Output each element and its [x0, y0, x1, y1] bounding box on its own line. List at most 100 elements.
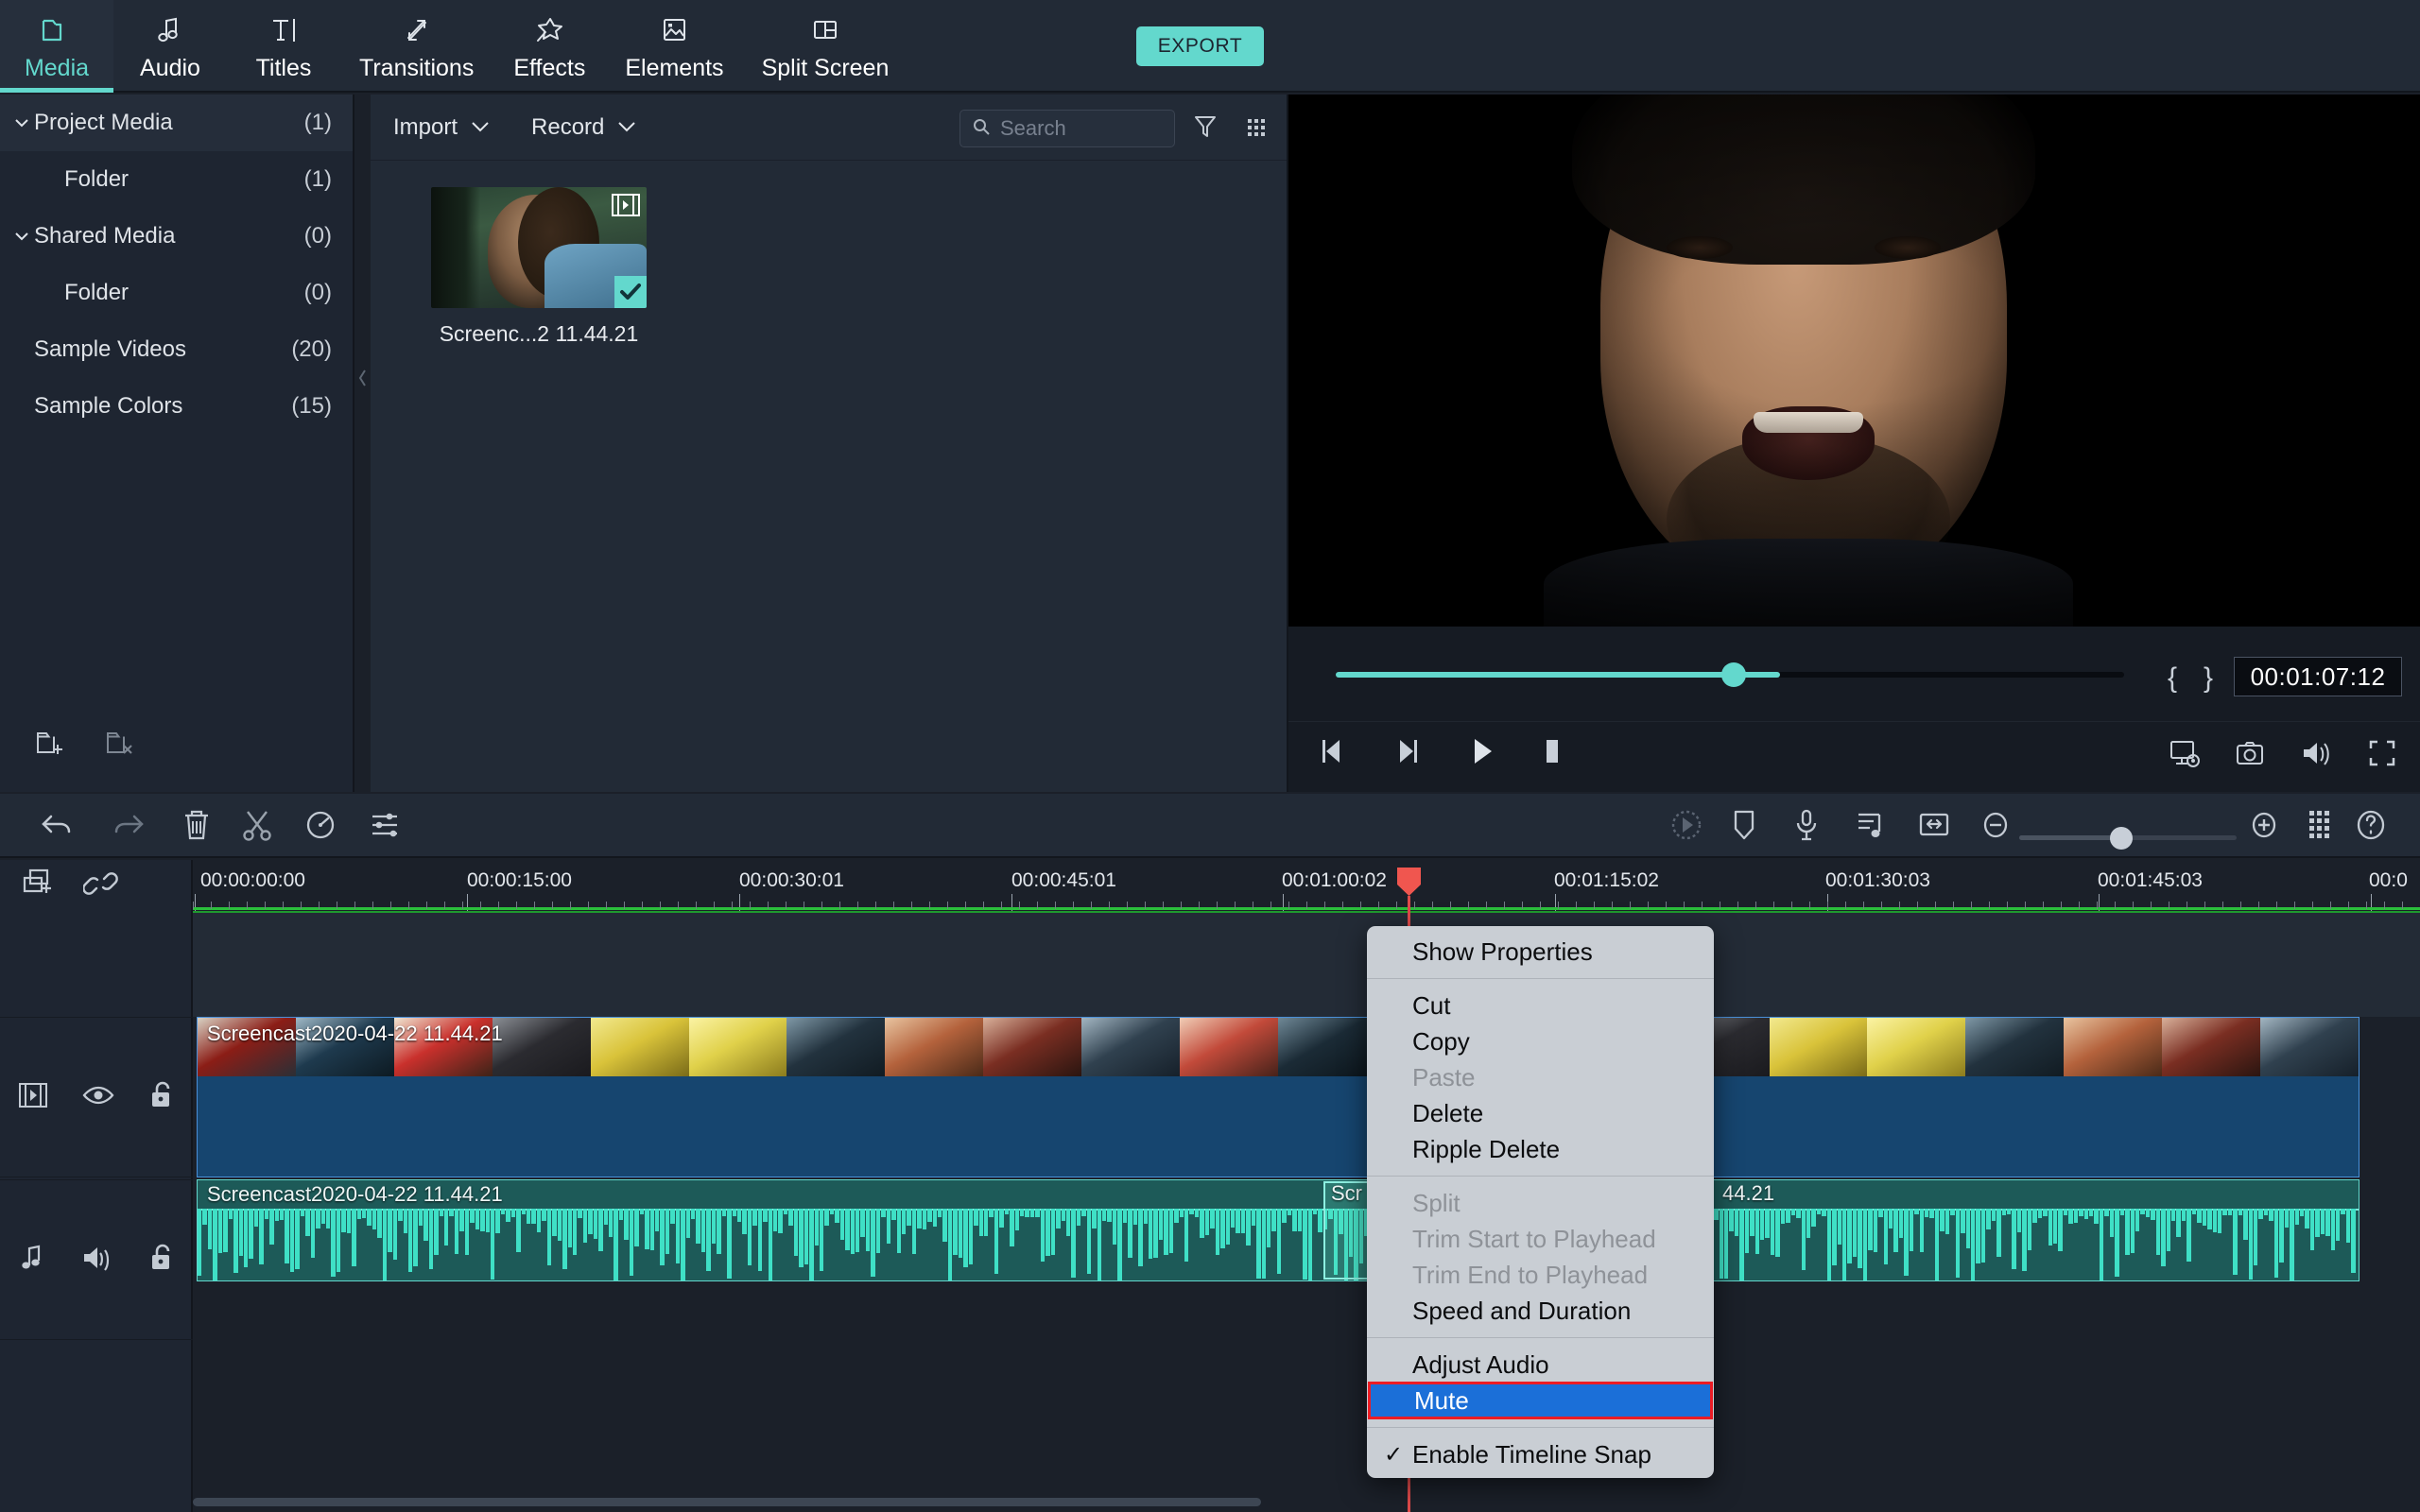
transport-controls	[1288, 721, 2420, 792]
screen-settings-icon[interactable]	[2168, 737, 2202, 776]
zoom-out-icon[interactable]	[1979, 807, 2012, 848]
stop-icon[interactable]	[1536, 735, 1568, 772]
snapshot-camera-icon[interactable]	[2234, 737, 2266, 774]
timeline-ruler[interactable]: 00:00:00:00 00:00:15:00 00:00:30:01 00:0…	[193, 860, 2420, 913]
context-menu-item-cut[interactable]: Cut	[1367, 988, 1714, 1023]
ruler-label: 00:00:30:01	[739, 869, 844, 891]
media-grid: Screenc...2 11.44.21	[371, 161, 1287, 347]
tab-audio[interactable]: Audio	[113, 0, 227, 93]
audio-clip[interactable]: Screencast2020-04-22 11.44.21	[197, 1179, 2360, 1281]
audio-clip-label: Screencast2020-04-22 11.44.21	[207, 1182, 503, 1206]
track-header-video	[0, 1017, 193, 1177]
zoom-in-icon[interactable]	[2248, 807, 2280, 848]
filter-icon[interactable]	[1192, 112, 1219, 146]
mark-in-icon[interactable]: {	[2168, 662, 2177, 695]
step-back-icon[interactable]	[1317, 735, 1349, 772]
music-note-icon[interactable]	[17, 1243, 47, 1278]
scissors-cut-icon[interactable]	[240, 807, 276, 848]
tab-media-label: Media	[24, 55, 90, 81]
tab-transitions[interactable]: Transitions	[340, 0, 493, 93]
add-folder-icon[interactable]	[34, 728, 70, 763]
unlock-icon[interactable]	[147, 1080, 176, 1115]
split-screen-icon	[809, 11, 841, 49]
timeline-zoom-fill	[2019, 835, 2123, 840]
adjust-sliders-icon[interactable]	[369, 807, 405, 848]
context-menu-item-adjust-audio[interactable]: Adjust Audio	[1367, 1347, 1714, 1383]
sidebar-item-sample-colors[interactable]: Sample Colors (15)	[0, 378, 353, 435]
play-icon[interactable]	[1466, 735, 1498, 772]
sidebar-item-count: (1)	[303, 166, 332, 192]
search-input[interactable]	[1000, 116, 1272, 141]
tab-split-screen[interactable]: Split Screen	[743, 0, 908, 93]
tab-effects[interactable]: Effects	[493, 0, 606, 93]
tab-split-screen-label: Split Screen	[761, 55, 890, 81]
marker-icon[interactable]	[1730, 807, 1758, 848]
media-item[interactable]: Screenc...2 11.44.21	[431, 187, 647, 347]
speed-gauge-icon[interactable]	[302, 807, 338, 848]
tab-elements-label: Elements	[625, 55, 724, 81]
add-track-icon[interactable]	[21, 868, 59, 906]
tab-titles[interactable]: Titles	[227, 0, 340, 93]
timeline-empty-lane[interactable]	[193, 913, 2420, 1017]
sidebar-item-project-folder[interactable]: Folder (1)	[0, 151, 353, 208]
context-menu-item-delete[interactable]: Delete	[1367, 1095, 1714, 1131]
microphone-icon[interactable]	[1792, 807, 1821, 848]
sidebar-item-shared-media[interactable]: Shared Media (0)	[0, 208, 353, 265]
grid-view-icon[interactable]	[1243, 112, 1270, 146]
context-menu-item-mute[interactable]: Mute	[1368, 1382, 1713, 1419]
export-button[interactable]: EXPORT	[1136, 26, 1264, 66]
ruler-label: 00:01:30:03	[1825, 869, 1930, 891]
sidebar-item-count: (0)	[303, 223, 332, 249]
delete-icon[interactable]	[180, 807, 214, 848]
step-forward-icon[interactable]	[1391, 735, 1423, 772]
video-preview[interactable]	[1288, 94, 2420, 627]
context-menu-item-enable-timeline-snap[interactable]: ✓ Enable Timeline Snap	[1367, 1436, 1714, 1472]
link-icon[interactable]	[82, 868, 121, 906]
panel-collapse-handle[interactable]	[356, 359, 370, 397]
preview-timecode[interactable]: 00:01:07:12	[2234, 657, 2402, 696]
tab-elements[interactable]: Elements	[606, 0, 742, 93]
help-icon[interactable]	[2354, 807, 2388, 848]
volume-icon[interactable]	[2300, 737, 2332, 774]
audio-detach-icon[interactable]	[1855, 807, 1887, 848]
tab-audio-label: Audio	[140, 55, 200, 81]
sidebar-item-project-media[interactable]: Project Media (1)	[0, 94, 353, 151]
speaker-on-icon[interactable]	[81, 1244, 113, 1277]
mark-out-icon[interactable]: }	[2204, 662, 2213, 695]
sidebar-item-sample-videos[interactable]: Sample Videos (20)	[0, 321, 353, 378]
eye-visible-icon[interactable]	[82, 1081, 114, 1114]
delete-folder-icon[interactable]	[104, 728, 140, 763]
ruler-label: 00:0	[2369, 869, 2408, 891]
undo-icon[interactable]	[40, 807, 76, 848]
media-thumbnail[interactable]	[431, 187, 647, 308]
ruler-label: 00:00:00:00	[200, 869, 305, 891]
ruler-label: 00:00:15:00	[467, 869, 572, 891]
redo-icon[interactable]	[110, 807, 146, 848]
context-menu-item-speed-and-duration[interactable]: Speed and Duration	[1367, 1293, 1714, 1329]
tab-effects-label: Effects	[513, 55, 586, 81]
preview-progress-fill	[1336, 672, 1780, 678]
render-preview-icon[interactable]	[1668, 807, 1704, 848]
context-menu-item-show-properties[interactable]: Show Properties	[1367, 934, 1714, 970]
context-menu-separator	[1367, 1337, 1714, 1338]
film-strip-icon[interactable]	[17, 1081, 49, 1114]
sidebar-item-shared-folder[interactable]: Folder (0)	[0, 265, 353, 321]
search-box[interactable]	[959, 110, 1272, 147]
timeline-horizontal-scrollbar[interactable]	[193, 1498, 1261, 1506]
fullscreen-icon[interactable]	[2366, 737, 2398, 774]
record-button[interactable]: Record	[531, 114, 638, 141]
unlock-icon[interactable]	[147, 1243, 176, 1278]
video-clip[interactable]: Screencast2020-04-22 11.44.21	[197, 1017, 2360, 1177]
star-wand-icon	[533, 11, 565, 49]
media-item-label: Screenc...2 11.44.21	[439, 321, 639, 346]
context-menu-item-copy[interactable]: Copy	[1367, 1023, 1714, 1059]
grid-dots-icon[interactable]	[2307, 807, 2335, 848]
import-button[interactable]: Import	[393, 114, 492, 141]
context-menu-item-ripple-delete[interactable]: Ripple Delete	[1367, 1131, 1714, 1167]
tab-media[interactable]: Media	[0, 0, 113, 93]
preview-progress-handle[interactable]	[1721, 662, 1746, 687]
chevron-down-icon	[615, 114, 638, 141]
timeline-zoom-handle[interactable]	[2110, 827, 2133, 850]
sidebar-item-count: (1)	[303, 110, 332, 135]
fit-timeline-icon[interactable]	[1917, 807, 1951, 848]
